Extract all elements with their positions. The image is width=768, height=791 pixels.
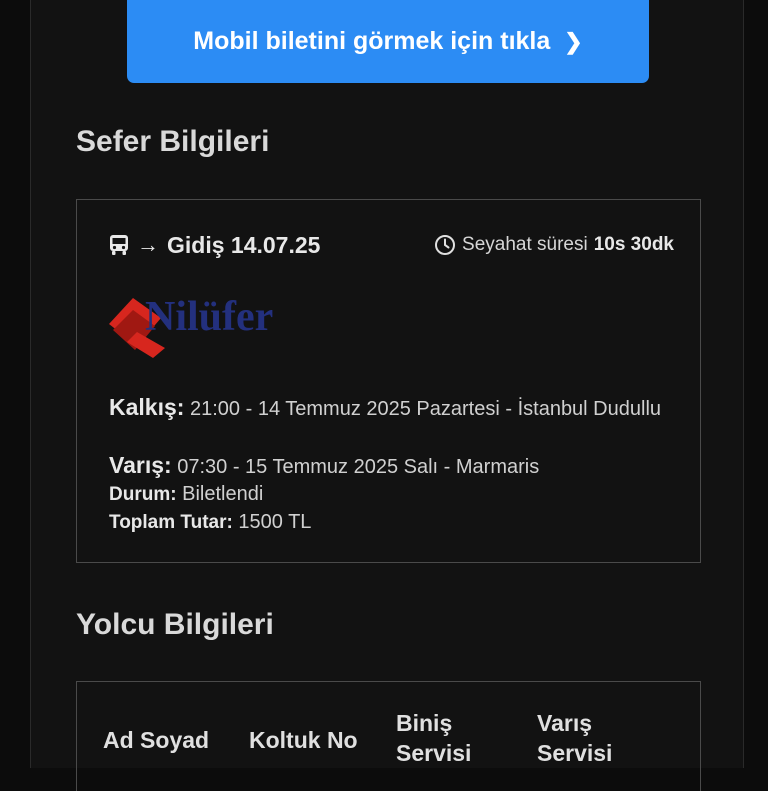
trip-section-title: Sefer Bilgileri	[76, 125, 270, 158]
brand-logo: Nilüfer	[103, 290, 313, 364]
arrival-label: Varış:	[109, 452, 172, 478]
chevron-right-icon: ❯	[564, 28, 583, 54]
status-label: Durum:	[109, 484, 177, 505]
bus-icon	[110, 235, 128, 255]
trip-card: → Gidiş 14.07.25 Seyahat süresi 10s 30dk…	[76, 199, 701, 563]
departure-label: Kalkış:	[109, 394, 185, 420]
mobile-ticket-button[interactable]: Mobil biletini görmek için tıkla ❯	[127, 0, 649, 83]
trip-duration: Seyahat süresi 10s 30dk	[434, 234, 674, 256]
total-label: Toplam Tutar:	[109, 512, 233, 533]
passenger-section-title: Yolcu Bilgileri	[76, 608, 274, 641]
duration-value: 10s 30dk	[593, 234, 674, 255]
brand-logo-text: Nilüfer	[145, 294, 273, 340]
departure-row: Kalkış: 21:00 - 14 Temmuz 2025 Pazartesi…	[109, 394, 669, 422]
passenger-table: Ad Soyad Koltuk No Biniş Servisi Varış S…	[76, 681, 701, 791]
total-value: 1500 TL	[238, 511, 312, 533]
trip-direction-text: Gidiş 14.07.25	[167, 231, 321, 258]
arrow-right-icon: →	[137, 232, 159, 257]
arrival-value: 07:30 - 15 Temmuz 2025 Salı - Marmaris	[177, 456, 540, 478]
departure-value: 21:00 - 14 Temmuz 2025 Pazartesi - İstan…	[190, 398, 662, 420]
clock-icon	[435, 235, 456, 255]
arrival-row: Varış: 07:30 - 15 Temmuz 2025 Salı - Mar…	[109, 452, 669, 480]
status-row: Durum: Biletlendi	[109, 481, 669, 508]
status-value: Biletlendi	[182, 483, 264, 505]
header-seat: Koltuk No	[249, 727, 358, 753]
header-name: Ad Soyad	[103, 727, 210, 753]
header-arrival-service: Varış Servisi	[537, 710, 613, 766]
header-boarding-service: Biniş Servisi	[396, 710, 472, 766]
duration-label: Seyahat süresi	[462, 234, 588, 255]
mobile-ticket-label: Mobil biletini görmek için tıkla	[193, 27, 551, 55]
trip-header: → Gidiş 14.07.25 Seyahat süresi 10s 30dk	[109, 230, 674, 260]
total-row: Toplam Tutar: 1500 TL	[109, 509, 669, 536]
trip-direction: → Gidiş 14.07.25	[109, 232, 320, 259]
